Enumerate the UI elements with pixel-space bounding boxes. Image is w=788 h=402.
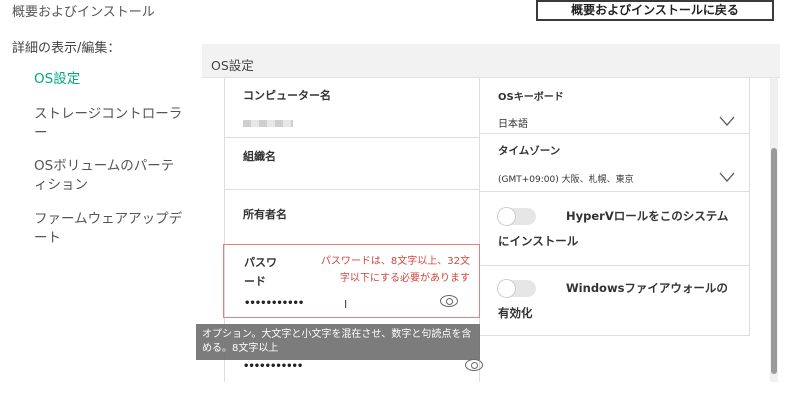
sidebar-item-os-volume-partition[interactable]: OSボリュームのパーティション — [34, 157, 184, 195]
org-name-label: 組織名 — [243, 150, 276, 163]
text-cursor-icon: I — [344, 298, 348, 311]
chevron-down-icon — [719, 172, 735, 182]
password-input[interactable]: ••••••••••• — [244, 298, 304, 309]
computer-name-value — [243, 120, 293, 127]
chevron-down-icon — [719, 116, 735, 126]
os-keyboard-label: OSキーボード — [498, 92, 564, 103]
timezone-dropdown[interactable]: タイムゾーン (GMT+09:00) 大阪、札幌、東京 — [480, 134, 749, 192]
sidebar-item-firmware-update[interactable]: ファームウェアアップデート — [34, 210, 184, 248]
computer-name-field[interactable]: コンピューター名 — [225, 78, 479, 138]
password-error-message: パスワードは、8文字以上、32文字以下にする必要があります — [320, 256, 470, 284]
timezone-label: タイムゾーン — [498, 145, 561, 157]
password-label: パスワード — [244, 256, 277, 288]
panel-title: OS設定 — [202, 44, 780, 78]
breadcrumb: 概要およびインストール — [12, 5, 155, 20]
os-keyboard-value: 日本語 — [498, 119, 528, 130]
show-confirm-password-eye-icon[interactable] — [465, 359, 483, 371]
password-hint-tooltip: オプション。大文字と小文字を混在させ、数字と句読点を含める。8文字以上 — [196, 324, 480, 360]
owner-name-label: 所有者名 — [243, 208, 287, 221]
sidebar-title: 詳細の表示/編集： — [12, 41, 121, 56]
org-name-field[interactable]: 組織名 — [225, 138, 479, 190]
owner-name-field[interactable]: 所有者名 — [225, 190, 479, 244]
password-field[interactable]: パスワード パスワードは、8文字以上、32文字以下にする必要があります ••••… — [223, 244, 480, 318]
sidebar-item-storage-controller[interactable]: ストレージコントローラー — [34, 105, 184, 143]
firewall-toggle-row: Windowsファイアウォールの有効化 — [480, 266, 749, 336]
os-keyboard-dropdown[interactable]: OSキーボード 日本語 — [480, 78, 749, 134]
computer-name-label: コンピューター名 — [243, 89, 331, 102]
show-password-eye-icon[interactable] — [440, 295, 458, 307]
firewall-label: Windowsファイアウォールの有効化 — [498, 281, 728, 320]
scrollbar-thumb[interactable] — [771, 148, 777, 374]
timezone-value: (GMT+09:00) 大阪、札幌、東京 — [498, 175, 634, 185]
password-confirm-input[interactable]: ••••••••••• — [243, 361, 303, 372]
right-column: OSキーボード 日本語 タイムゾーン (GMT+09:00) 大阪、札幌、東京 … — [480, 78, 750, 336]
back-to-overview-button[interactable]: 概要およびインストールに戻る — [536, 0, 774, 21]
hyperv-toggle-row: HyperVロールをこのシステムにインストール — [480, 192, 749, 266]
sidebar-item-os-settings[interactable]: OS設定 — [34, 70, 184, 89]
hyperv-label: HyperVロールをこのシステムにインストール — [498, 209, 729, 248]
scrollbar[interactable] — [770, 78, 778, 382]
